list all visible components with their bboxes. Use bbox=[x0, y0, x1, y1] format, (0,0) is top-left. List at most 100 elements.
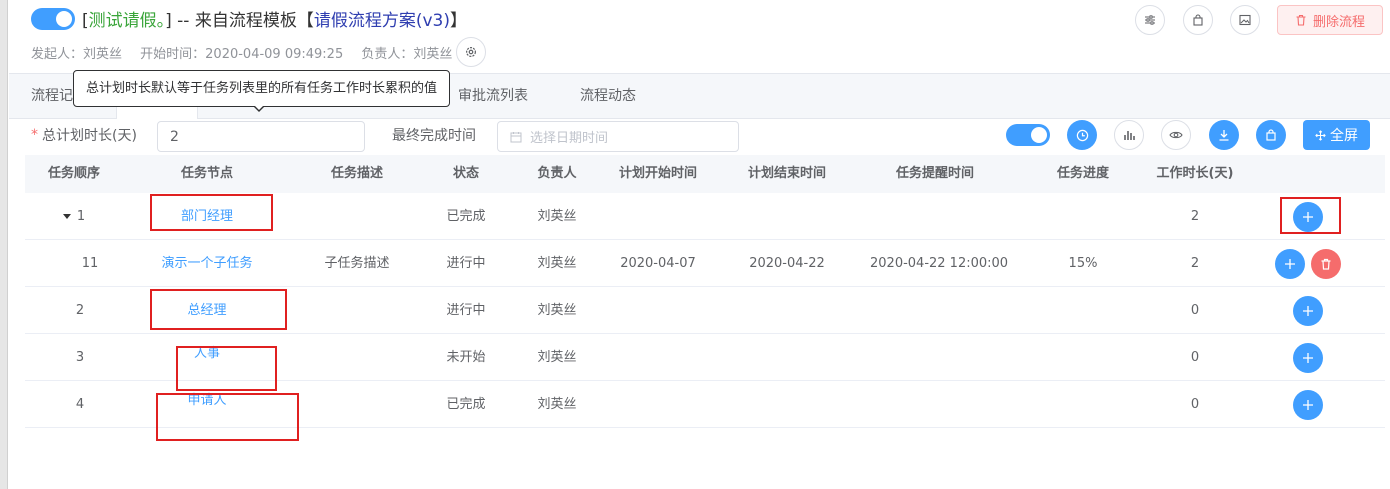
total-duration-label: 总计划时长(天) bbox=[42, 128, 137, 144]
status-cell: 进行中 bbox=[446, 256, 486, 271]
fullscreen-label: 全屏 bbox=[1330, 128, 1358, 144]
plus-icon bbox=[1303, 212, 1313, 222]
flow-title: [测试请假。] -- 来自流程模板【请假流程方案(v3)】 bbox=[82, 6, 467, 31]
order-cell: 11 bbox=[81, 256, 99, 271]
col-start: 计划开始时间 bbox=[618, 166, 697, 181]
delete-task-button[interactable] bbox=[1311, 249, 1341, 279]
hours-cell: 0 bbox=[1190, 397, 1200, 412]
filter-settings-button[interactable] bbox=[1135, 5, 1165, 35]
node-link[interactable]: 总经理 bbox=[145, 287, 269, 334]
plus-icon bbox=[1303, 306, 1313, 316]
sliders-icon bbox=[1145, 15, 1155, 25]
col-hours: 工作时长(天) bbox=[1156, 166, 1234, 181]
title-mid: ] -- 来自流程模板【 bbox=[165, 11, 314, 31]
settings-button[interactable] bbox=[456, 37, 486, 67]
desc-cell bbox=[310, 287, 404, 334]
image-button[interactable] bbox=[1230, 5, 1260, 35]
node-link[interactable]: 演示一个子任务 bbox=[145, 240, 269, 287]
status-cell: 已完成 bbox=[446, 397, 486, 412]
flow-enable-toggle[interactable] bbox=[31, 8, 75, 30]
table-row: 2 总经理 进行中 刘英丝 0 bbox=[25, 287, 1385, 334]
template-name[interactable]: 请假流程方案(v3) bbox=[314, 11, 450, 31]
start-cell bbox=[605, 193, 711, 240]
eye-icon bbox=[1169, 131, 1183, 139]
table-row: 11 演示一个子任务 子任务描述 进行中 刘英丝 2020-04-07 2020… bbox=[25, 240, 1385, 287]
add-subtask-button[interactable] bbox=[1293, 202, 1323, 232]
end-cell bbox=[734, 193, 840, 240]
end-cell bbox=[734, 381, 840, 428]
node-link[interactable]: 人事 bbox=[145, 334, 269, 381]
owner-cell: 刘英丝 bbox=[537, 397, 577, 412]
desc-cell bbox=[310, 193, 404, 240]
expand-icon bbox=[1315, 129, 1326, 141]
total-duration-value: 2 bbox=[170, 128, 179, 145]
col-owner: 负责人 bbox=[537, 166, 577, 181]
delete-flow-button[interactable]: 删除流程 bbox=[1277, 5, 1383, 35]
start-cell: 2020-04-07 bbox=[620, 256, 696, 271]
table-header: 任务顺序 任务节点 任务描述 状态 负责人 计划开始时间 计划结束时间 任务提醒… bbox=[25, 155, 1385, 193]
initiator: 发起人：刘英丝 bbox=[31, 47, 123, 62]
progress-cell: 15% bbox=[1068, 256, 1098, 271]
plus-icon bbox=[1303, 400, 1313, 410]
col-end: 计划结束时间 bbox=[747, 166, 826, 181]
node-link[interactable]: 部门经理 bbox=[145, 193, 269, 240]
tab-approval-list[interactable]: 审批流列表 bbox=[458, 74, 528, 119]
trash-icon bbox=[1296, 14, 1306, 26]
status-cell: 进行中 bbox=[446, 303, 486, 318]
fullscreen-button[interactable]: 全屏 bbox=[1303, 120, 1370, 150]
start-cell bbox=[605, 287, 711, 334]
clock-button[interactable] bbox=[1067, 120, 1097, 150]
title-suffix: 】 bbox=[450, 11, 468, 31]
owner-cell: 刘英丝 bbox=[537, 303, 577, 318]
order-cell: 4 bbox=[75, 397, 85, 412]
owner-cell: 刘英丝 bbox=[537, 256, 577, 271]
table-row: 3 人事 未开始 刘英丝 0 bbox=[25, 334, 1385, 381]
order-value: 1 bbox=[76, 209, 86, 224]
node-link[interactable]: 申请人 bbox=[145, 381, 269, 428]
start-time: 开始时间：2020-04-09 09:49:25 bbox=[140, 47, 344, 62]
progress-cell bbox=[1045, 193, 1121, 240]
view-toggle[interactable] bbox=[1006, 124, 1050, 146]
table-row: 4 申请人 已完成 刘英丝 0 bbox=[25, 381, 1385, 428]
chart-button[interactable] bbox=[1114, 120, 1144, 150]
hours-cell: 2 bbox=[1190, 209, 1200, 224]
col-progress: 任务进度 bbox=[1056, 166, 1109, 181]
preview-button[interactable] bbox=[1161, 120, 1191, 150]
deadline-picker[interactable]: 选择日期时间 bbox=[497, 121, 739, 152]
progress-cell bbox=[1045, 334, 1121, 381]
download-icon bbox=[1219, 130, 1229, 141]
download-button[interactable] bbox=[1209, 120, 1239, 150]
start-cell bbox=[605, 334, 711, 381]
order-cell: 3 bbox=[75, 350, 85, 365]
hours-cell: 2 bbox=[1190, 256, 1200, 271]
bag-action-button[interactable] bbox=[1256, 120, 1286, 150]
col-order: 任务顺序 bbox=[47, 166, 100, 181]
bar-chart-icon bbox=[1124, 131, 1135, 140]
remind-cell bbox=[870, 287, 1000, 334]
order-cell[interactable]: 1 bbox=[25, 193, 123, 240]
tab-flow-activity[interactable]: 流程动态 bbox=[580, 74, 636, 119]
add-subtask-button[interactable] bbox=[1275, 249, 1305, 279]
end-cell bbox=[734, 334, 840, 381]
bag-button[interactable] bbox=[1183, 5, 1213, 35]
add-subtask-button[interactable] bbox=[1293, 343, 1323, 373]
add-subtask-button[interactable] bbox=[1293, 296, 1323, 326]
end-cell: 2020-04-22 bbox=[749, 256, 825, 271]
flow-name: 测试请假。 bbox=[88, 11, 166, 31]
progress-cell bbox=[1045, 381, 1121, 428]
end-cell bbox=[734, 287, 840, 334]
total-duration-input[interactable]: 2 bbox=[157, 121, 365, 152]
bag-icon bbox=[1266, 129, 1276, 141]
calendar-icon bbox=[510, 131, 522, 142]
hours-cell: 0 bbox=[1190, 350, 1200, 365]
clock-icon bbox=[1076, 129, 1088, 141]
start-cell bbox=[605, 381, 711, 428]
add-subtask-button[interactable] bbox=[1293, 390, 1323, 420]
deadline-label: 最终完成时间 bbox=[392, 128, 476, 144]
delete-flow-label: 删除流程 bbox=[1312, 14, 1365, 30]
expand-caret-icon[interactable] bbox=[62, 214, 71, 219]
gear-icon bbox=[466, 47, 476, 57]
order-cell: 2 bbox=[75, 303, 85, 318]
col-node: 任务节点 bbox=[180, 166, 233, 181]
task-table: 任务顺序 任务节点 任务描述 状态 负责人 计划开始时间 计划结束时间 任务提醒… bbox=[25, 155, 1385, 428]
